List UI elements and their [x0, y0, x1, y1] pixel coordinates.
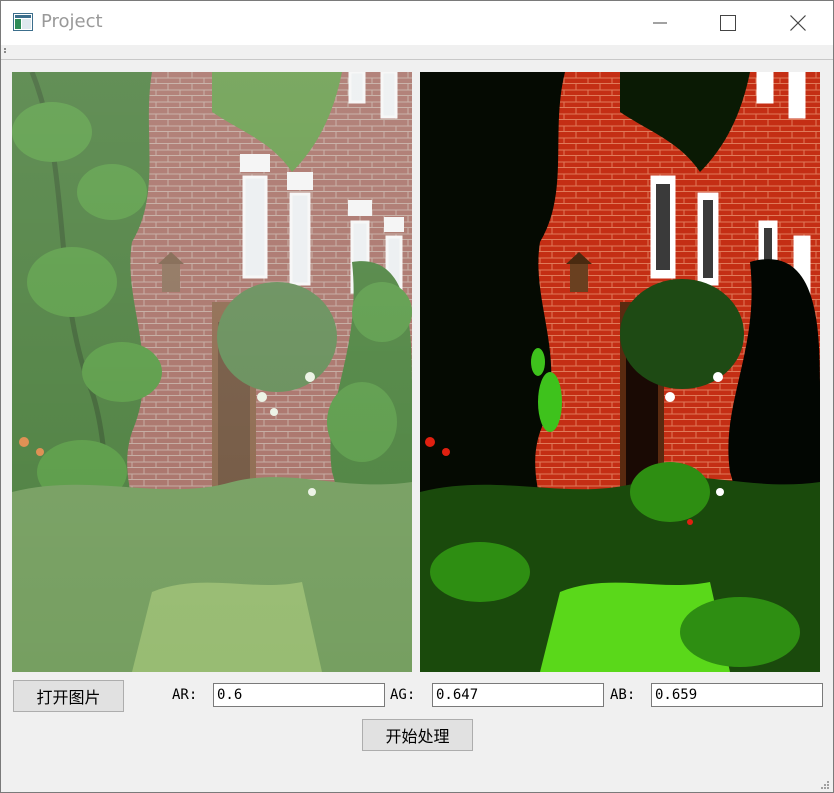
- open-image-button[interactable]: 打开图片: [13, 680, 124, 712]
- maximize-button[interactable]: [695, 1, 761, 45]
- toolbar-grip-icon[interactable]: [4, 48, 7, 56]
- ag-input[interactable]: [432, 683, 604, 707]
- close-button[interactable]: [765, 1, 831, 45]
- close-icon: [790, 15, 806, 31]
- ab-label: AB:: [610, 687, 636, 703]
- ar-input[interactable]: [213, 683, 385, 707]
- main-window: Project 打开图片 AR: 0.6 AG: 0.647 AB: 0.659…: [0, 0, 834, 793]
- title-bar[interactable]: Project: [1, 1, 833, 45]
- original-image: [12, 72, 412, 672]
- ab-input[interactable]: [651, 683, 823, 707]
- minimize-icon: [653, 16, 667, 30]
- minimize-button[interactable]: [627, 1, 693, 45]
- window-title: Project: [41, 11, 103, 32]
- toolbar-area: [1, 45, 833, 60]
- maximize-icon: [720, 15, 736, 31]
- app-window-icon: [13, 13, 33, 31]
- start-processing-button[interactable]: 开始处理: [362, 719, 473, 751]
- processed-image: [420, 72, 820, 672]
- resize-grip-icon[interactable]: [818, 777, 830, 789]
- ag-label: AG:: [390, 687, 416, 703]
- ar-label: AR:: [172, 687, 198, 703]
